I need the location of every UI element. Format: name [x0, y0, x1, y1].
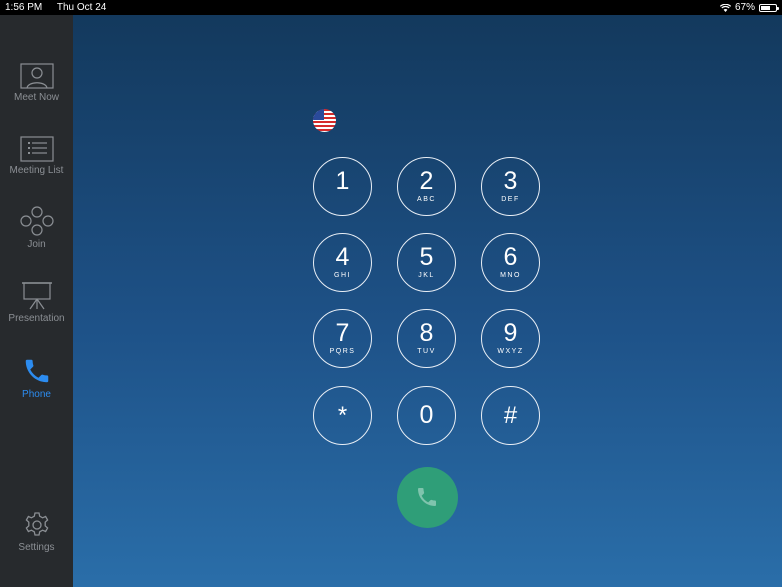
key-digit: 3: [503, 167, 518, 195]
key-digit: 9: [503, 319, 518, 347]
sidebar-item-presentation[interactable]: Presentation: [0, 281, 73, 324]
key-digit: 1: [335, 167, 350, 195]
status-left: 1:56 PM Thu Oct 24: [5, 0, 118, 15]
key-4[interactable]: 4 GHI: [313, 233, 372, 292]
key-digit: 5: [419, 243, 434, 271]
status-date: Thu Oct 24: [56, 2, 107, 13]
key-3[interactable]: 3 DEF: [481, 157, 540, 216]
key-letters: PQRS: [329, 348, 356, 355]
key-letters: TUV: [417, 348, 436, 355]
key-letters: ABC: [417, 196, 436, 203]
key-7[interactable]: 7 PQRS: [313, 309, 372, 368]
key-digit: 4: [335, 243, 350, 271]
phone-icon: [418, 488, 436, 506]
key-digit: 0: [419, 401, 434, 429]
us-flag-icon[interactable]: [313, 109, 336, 132]
sidebar-item-meeting-list[interactable]: Meeting List: [0, 136, 73, 176]
dialer-panel: 1 2 ABC 3 DEF 4 GHI 5 JKL 6 MNO 7 PQRS 8…: [73, 15, 782, 587]
status-time: 1:56 PM: [5, 2, 43, 13]
list-icon: [19, 136, 54, 162]
gear-icon: [25, 512, 48, 536]
call-button[interactable]: [397, 467, 458, 528]
key-letters: MNO: [500, 272, 521, 279]
sidebar-item-label: Meet Now: [13, 92, 59, 103]
key-5[interactable]: 5 JKL: [397, 233, 456, 292]
sidebar-item-join[interactable]: Join: [0, 206, 73, 250]
key-letters: WXYZ: [497, 348, 524, 355]
key-6[interactable]: 6 MNO: [481, 233, 540, 292]
battery-percent: 67%: [734, 2, 755, 13]
key-digit: 8: [419, 319, 434, 347]
key-digit: 2: [419, 167, 434, 195]
sidebar: Meet Now Meeting List Join Presentation: [0, 15, 73, 587]
sidebar-item-phone[interactable]: Phone: [0, 356, 73, 400]
sidebar-item-label: Phone: [22, 389, 51, 400]
status-right: 67%: [719, 0, 779, 15]
key-digit: 6: [503, 243, 518, 271]
key-star[interactable]: *: [313, 386, 372, 445]
sidebar-item-label: Settings: [18, 542, 55, 553]
sidebar-item-label: Meeting List: [9, 165, 64, 176]
sidebar-item-label: Join: [27, 239, 46, 250]
key-letters: GHI: [334, 272, 351, 279]
person-screen-icon: [19, 63, 54, 89]
key-0[interactable]: 0: [397, 386, 456, 445]
key-1[interactable]: 1: [313, 157, 372, 216]
key-letters: DEF: [501, 196, 520, 203]
key-2[interactable]: 2 ABC: [397, 157, 456, 216]
sidebar-item-settings[interactable]: Settings: [0, 511, 73, 553]
sidebar-item-meet-now[interactable]: Meet Now: [0, 63, 73, 103]
key-digit: 7: [335, 319, 350, 347]
key-9[interactable]: 9 WXYZ: [481, 309, 540, 368]
battery-icon: [759, 3, 779, 12]
key-digit: #: [503, 402, 518, 429]
projector-icon: [21, 282, 52, 310]
key-hash[interactable]: #: [481, 386, 540, 445]
key-digit: *: [337, 402, 348, 429]
key-8[interactable]: 8 TUV: [397, 309, 456, 368]
join-icon: [19, 206, 54, 236]
key-letters: JKL: [418, 272, 435, 279]
status-bar: 1:56 PM Thu Oct 24 67%: [0, 0, 782, 15]
phone-icon: [25, 359, 48, 383]
wifi-icon: [719, 3, 731, 12]
sidebar-item-label: Presentation: [8, 313, 65, 324]
